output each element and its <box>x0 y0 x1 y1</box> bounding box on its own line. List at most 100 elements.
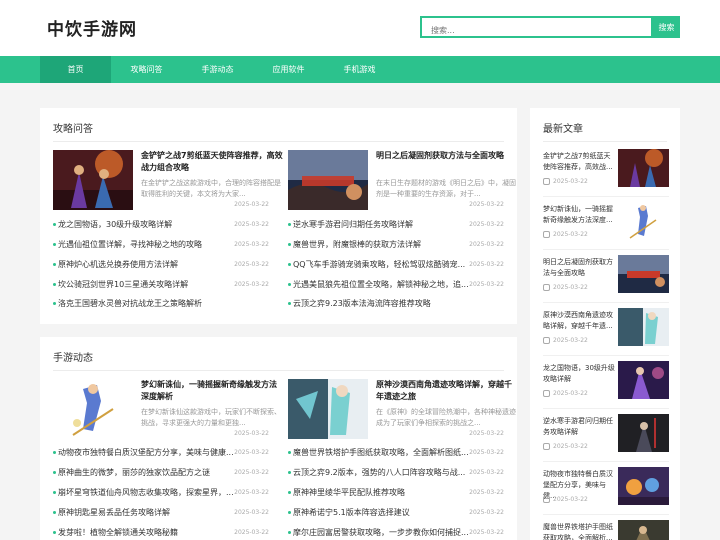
news-feature-2[interactable]: 原神沙漠西南角遗迹攻略详解，穿越千年遗迹之旅 在《原神》的全球冒险热潮中，各种神… <box>288 379 516 439</box>
latest-item-title[interactable]: 金铲铲之战7剪纸蓝天使阵容推荐，高效战... <box>543 151 616 173</box>
list-item[interactable]: 动物夜市独特餐白质汉堡配方分享，美味与健康... 2025-03-22 <box>53 447 269 459</box>
list-item-title[interactable]: 逆水寒手游君问归期任务攻略详解 <box>293 219 471 231</box>
list-item-title[interactable]: 原神炉心机选兑换券使用方法详解 <box>58 259 236 271</box>
latest-item[interactable]: 魔兽世界铁塔护手图纸获取攻略，全面解析... <box>543 520 669 540</box>
bullet-icon <box>53 491 56 494</box>
list-item-title[interactable]: 崩坏星穹铁道仙舟风物志收集攻略，探索星界，... <box>58 487 236 499</box>
divider <box>543 196 669 197</box>
list-item-title[interactable]: 发芽啦！植物全解锁通关攻略秘籍 <box>58 527 236 539</box>
list-item-title[interactable]: QQ飞车手游骑宠骑乘攻略，轻松驾驭炫酷骑宠... <box>293 259 471 271</box>
list-item-title[interactable]: 坎公骑冠剑世界10三星通关攻略详解 <box>58 279 236 291</box>
latest-item-image[interactable] <box>618 149 669 187</box>
list-item-title[interactable]: 原神钥匙星易丢品任务攻略详解 <box>58 507 236 519</box>
guides-feature-2[interactable]: 明日之后凝固剂获取方法与全面攻略 在末日生存题材的游戏《明日之后》中，凝固剂是一… <box>288 150 516 210</box>
list-item-title[interactable]: 动物夜市独特餐白质汉堡配方分享，美味与健康... <box>58 447 236 459</box>
list-item[interactable]: QQ飞车手游骑宠骑乘攻略，轻松驾驭炫酷骑宠... 2025-03-22 <box>288 259 504 271</box>
latest-item-title[interactable]: 逆水寒手游君问归期任务攻略详解 <box>543 416 616 438</box>
guides-feature-1-date: 2025-03-22 <box>234 201 269 208</box>
list-item[interactable]: 魔兽世界铁塔护手图纸获取攻略，全面解析图纸... 2025-03-22 <box>288 447 504 459</box>
latest-item-image[interactable] <box>618 467 669 505</box>
bullet-icon <box>53 263 56 266</box>
list-item-title[interactable]: 原神希诺宁5.1版本阵容选择建议 <box>293 507 471 519</box>
guides-feature-2-image[interactable] <box>288 150 368 210</box>
news-feature-1-title[interactable]: 梦幻新诛仙，一骑摇握新奇缘触发方法深度解析 <box>141 379 284 403</box>
list-item-date: 2025-03-22 <box>234 221 269 228</box>
news-feature-1-image[interactable] <box>53 379 133 439</box>
list-item-title[interactable]: 云顶之弈9.23版本法海流阵容推荐攻略 <box>293 298 471 310</box>
latest-item-date: 2025-03-22 <box>543 496 588 503</box>
latest-item-image[interactable] <box>618 520 669 540</box>
list-item-title[interactable]: 原神神里绫华平民配队推荐攻略 <box>293 487 471 499</box>
search-button[interactable]: 搜索 <box>653 16 680 38</box>
list-item[interactable]: 原神希诺宁5.1版本阵容选择建议 2025-03-22 <box>288 507 504 519</box>
nav-item-games[interactable]: 手机游戏 <box>324 56 395 83</box>
divider <box>53 370 504 371</box>
nav-item-news[interactable]: 手游动态 <box>182 56 253 83</box>
latest-item[interactable]: 明日之后凝固剂获取方法与全面攻略 2025-03-22 <box>543 255 669 297</box>
list-item[interactable]: 洛克王国碧水灵兽对抗战龙王之策略解析 <box>53 298 269 310</box>
latest-item-date: 2025-03-22 <box>543 231 588 238</box>
latest-item-title[interactable]: 龙之国物语，30级升级攻略详解 <box>543 363 616 385</box>
latest-item-date: 2025-03-22 <box>543 390 588 397</box>
list-item-title[interactable]: 魔兽世界，附魔银棒的获取方法详解 <box>293 239 471 251</box>
list-item[interactable]: 魔兽世界，附魔银棒的获取方法详解 2025-03-22 <box>288 239 504 251</box>
guides-panel-title: 攻略问答 <box>53 124 93 135</box>
list-item[interactable]: 龙之国物语，30级升级攻略详解 2025-03-22 <box>53 219 269 231</box>
latest-item-image[interactable] <box>618 255 669 293</box>
guides-feature-1[interactable]: 金铲铲之战7剪纸蓝天使阵容推荐，高效战力组合攻略 在金铲铲之战这款游戏中，合理的… <box>53 150 283 210</box>
search-input[interactable] <box>422 21 651 40</box>
calendar-icon <box>543 496 550 503</box>
latest-item[interactable]: 逆水寒手游君问归期任务攻略详解 2025-03-22 <box>543 414 669 456</box>
divider <box>543 302 669 303</box>
list-item[interactable]: 崩坏星穹铁道仙舟风物志收集攻略，探索星界，... 2025-03-22 <box>53 487 269 499</box>
latest-item-date: 2025-03-22 <box>543 443 588 450</box>
latest-item-date: 2025-03-22 <box>543 284 588 291</box>
list-item-title[interactable]: 光遇美鼠狼先祖位置全攻略，解锁神秘之地，追... <box>293 279 471 291</box>
guides-panel: 攻略问答 金铲铲之战7剪纸蓝天使阵容推荐，高效战力组合攻略 在金铲铲之战这款游戏… <box>40 108 517 324</box>
list-item-title[interactable]: 云顶之弈9.2版本，强势的八人口阵容攻略与战... <box>293 467 471 479</box>
news-feature-2-image[interactable] <box>288 379 368 439</box>
latest-item-image[interactable] <box>618 414 669 452</box>
latest-item-image[interactable] <box>618 202 669 240</box>
list-item-title[interactable]: 洛克王国碧水灵兽对抗战龙王之策略解析 <box>58 298 236 310</box>
site-logo[interactable]: 中饮手游网 <box>47 15 137 40</box>
list-item[interactable]: 发芽啦！植物全解锁通关攻略秘籍 2025-03-22 <box>53 527 269 539</box>
latest-item[interactable]: 梦幻新诛仙，一骑摇握新奇缘触发方法深度... 2025-03-22 <box>543 202 669 244</box>
list-item-title[interactable]: 光遇仙祖位置详解，寻找神秘之地的攻略 <box>58 239 236 251</box>
list-item[interactable]: 云顶之弈9.2版本，强势的八人口阵容攻略与战... 2025-03-22 <box>288 467 504 479</box>
list-item[interactable]: 摩尔庄园富居警获取攻略，一步步教你如何捕捉... 2025-03-22 <box>288 527 504 539</box>
nav-item-apps[interactable]: 应用软件 <box>253 56 324 83</box>
latest-item-title[interactable]: 梦幻新诛仙，一骑摇握新奇缘触发方法深度... <box>543 204 616 226</box>
news-feature-2-title[interactable]: 原神沙漠西南角遗迹攻略详解，穿越千年遗迹之旅 <box>376 379 519 403</box>
list-item[interactable]: 原神炉心机选兑换券使用方法详解 2025-03-22 <box>53 259 269 271</box>
latest-item-title[interactable]: 魔兽世界铁塔护手图纸获取攻略，全面解析... <box>543 522 616 540</box>
latest-item-image[interactable] <box>618 361 669 399</box>
list-item[interactable]: 原神神里绫华平民配队推荐攻略 2025-03-22 <box>288 487 504 499</box>
list-item-title[interactable]: 摩尔庄园富居警获取攻略，一步步教你如何捕捉... <box>293 527 471 539</box>
list-item[interactable]: 逆水寒手游君问归期任务攻略详解 2025-03-22 <box>288 219 504 231</box>
nav-item-home[interactable]: 首页 <box>40 56 111 83</box>
bullet-icon <box>53 531 56 534</box>
calendar-icon <box>543 337 550 344</box>
latest-item-title[interactable]: 明日之后凝固剂获取方法与全面攻略 <box>543 257 616 279</box>
nav-item-guides[interactable]: 攻略问答 <box>111 56 182 83</box>
guides-feature-2-title[interactable]: 明日之后凝固剂获取方法与全面攻略 <box>376 150 519 162</box>
list-item[interactable]: 云顶之弈9.23版本法海流阵容推荐攻略 <box>288 298 504 310</box>
latest-item[interactable]: 龙之国物语，30级升级攻略详解 2025-03-22 <box>543 361 669 403</box>
list-item-title[interactable]: 原神曲生的微梦，丽莎的独家饮品配方之谜 <box>58 467 236 479</box>
list-item[interactable]: 原神曲生的微梦，丽莎的独家饮品配方之谜 2025-03-22 <box>53 467 269 479</box>
latest-item[interactable]: 原神沙漠西南角遗迹攻略详解，穿越千年遗... 2025-03-22 <box>543 308 669 350</box>
list-item[interactable]: 光遇美鼠狼先祖位置全攻略，解锁神秘之地，追... 2025-03-22 <box>288 279 504 291</box>
guides-feature-1-title[interactable]: 金铲铲之战7剪纸蓝天使阵容推荐，高效战力组合攻略 <box>141 150 284 174</box>
list-item-title[interactable]: 魔兽世界铁塔护手图纸获取攻略，全面解析图纸... <box>293 447 471 459</box>
latest-item-title[interactable]: 原神沙漠西南角遗迹攻略详解，穿越千年遗... <box>543 310 616 332</box>
latest-item[interactable]: 动物夜市独特餐白质汉堡配方分享，美味与健... 2025-03-22 <box>543 467 669 509</box>
list-item[interactable]: 光遇仙祖位置详解，寻找神秘之地的攻略 2025-03-22 <box>53 239 269 251</box>
list-item-title[interactable]: 龙之国物语，30级升级攻略详解 <box>58 219 236 231</box>
list-item[interactable]: 原神钥匙星易丢品任务攻略详解 2025-03-22 <box>53 507 269 519</box>
list-item[interactable]: 坎公骑冠剑世界10三星通关攻略详解 2025-03-22 <box>53 279 269 291</box>
latest-item[interactable]: 金铲铲之战7剪纸蓝天使阵容推荐，高效战... 2025-03-22 <box>543 149 669 191</box>
news-feature-1[interactable]: 梦幻新诛仙，一骑摇握新奇缘触发方法深度解析 在梦幻新诛仙这款游戏中，玩家们不断探… <box>53 379 281 439</box>
guides-feature-1-image[interactable] <box>53 150 133 210</box>
latest-item-image[interactable] <box>618 308 669 346</box>
